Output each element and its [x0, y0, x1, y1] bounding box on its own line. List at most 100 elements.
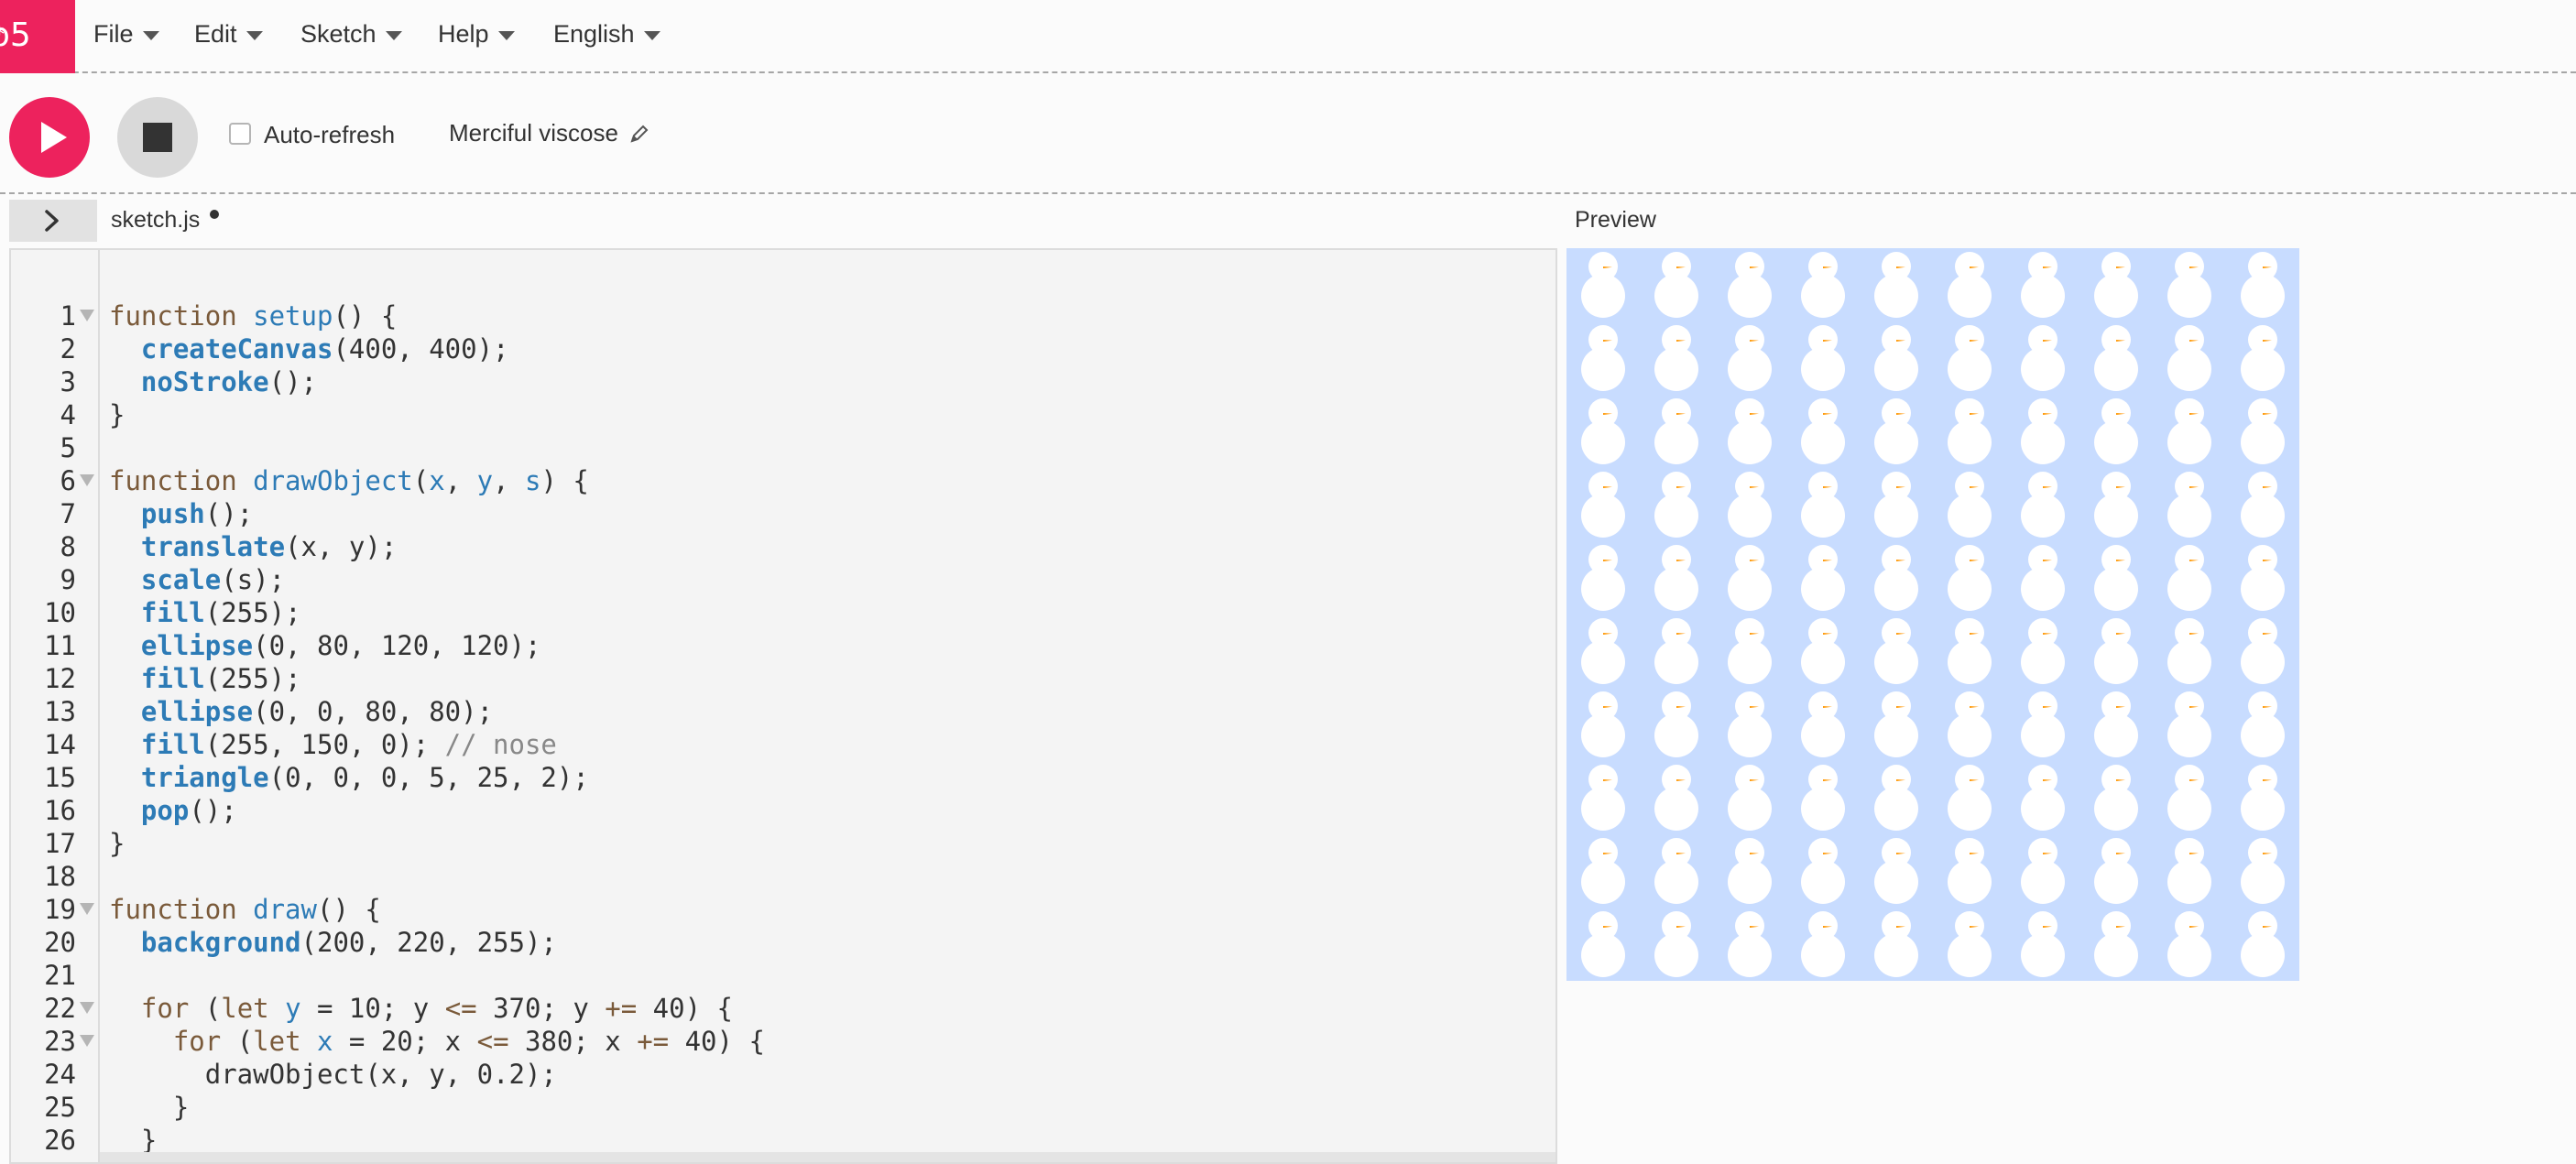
code-line[interactable]: ellipse(0, 80, 120, 120); — [109, 630, 541, 661]
fold-arrow-icon[interactable] — [80, 903, 94, 915]
snowman-head — [1588, 691, 1618, 721]
sketch-name[interactable]: Merciful viscose — [449, 119, 618, 147]
code-token: x — [317, 1026, 333, 1057]
snowman-head — [1955, 838, 1984, 867]
code-token: <= — [444, 993, 477, 1024]
snowman-head — [2101, 545, 2131, 574]
auto-refresh-checkbox[interactable] — [229, 123, 251, 145]
code-line[interactable]: } — [109, 1125, 157, 1156]
snowman-head — [2248, 472, 2277, 501]
menu-file[interactable]: File — [93, 20, 159, 49]
code-token: (); — [268, 366, 317, 397]
code-token: (); — [204, 498, 254, 529]
code-token: ellipse — [140, 630, 254, 661]
snowman-head — [1955, 545, 1984, 574]
snowman-head — [1588, 472, 1618, 501]
code-token: setup — [253, 300, 333, 332]
play-button[interactable] — [9, 97, 90, 178]
snowman-head — [2248, 911, 2277, 941]
fold-arrow-icon[interactable] — [80, 1002, 94, 1014]
chevron-down-icon — [385, 30, 402, 40]
line-number: 3 — [60, 366, 76, 397]
menu-help[interactable]: Help — [438, 20, 515, 49]
code-token: scale — [140, 564, 222, 595]
snowman-head — [1662, 838, 1691, 867]
code-line[interactable]: function drawObject(x, y, s) { — [109, 465, 589, 496]
code-line[interactable]: } — [109, 1092, 189, 1123]
code-token: for — [172, 1026, 222, 1057]
code-line[interactable]: triangle(0, 0, 0, 5, 25, 2); — [109, 762, 589, 793]
line-number: 26 — [44, 1125, 76, 1156]
menu-sketch[interactable]: Sketch — [300, 20, 402, 49]
fold-arrow-icon[interactable] — [80, 474, 94, 486]
code-token: createCanvas — [140, 333, 333, 364]
code-token: (x, y); — [285, 531, 398, 562]
auto-refresh-label[interactable]: Auto-refresh — [264, 121, 395, 149]
code-token: () { — [316, 894, 381, 925]
code-line[interactable]: } — [109, 399, 125, 430]
code-line[interactable]: for (let y = 10; y <= 370; y += 40) { — [109, 993, 733, 1024]
chevron-down-icon — [246, 30, 263, 40]
fold-arrow-icon[interactable] — [80, 1035, 94, 1047]
code-line[interactable]: drawObject(x, y, 0.2); — [109, 1059, 557, 1090]
fold-arrow-icon[interactable] — [80, 310, 94, 321]
code-token: (0, 0, 80, 80); — [253, 696, 494, 727]
code-line[interactable]: push(); — [109, 498, 253, 529]
snowman-head — [2248, 765, 2277, 794]
code-line[interactable]: fill(255); — [109, 663, 301, 694]
line-number: 16 — [44, 795, 76, 826]
snowman-head — [1662, 911, 1691, 941]
pencil-icon[interactable] — [628, 123, 650, 145]
code-line[interactable]: } — [109, 828, 125, 859]
code-line[interactable]: pop(); — [109, 795, 237, 826]
code-token: (400, 400); — [333, 333, 509, 364]
p5-logo[interactable]: p5* — [0, 0, 75, 73]
code-line[interactable]: fill(255, 150, 0); // nose — [109, 729, 557, 760]
code-token: = 20; x — [333, 1026, 477, 1057]
play-icon — [41, 122, 67, 153]
snowman-head — [1882, 838, 1911, 867]
snowman-head — [1588, 398, 1618, 428]
menu-language[interactable]: English — [553, 20, 660, 49]
snowman-head — [2028, 252, 2058, 281]
snowman-head — [2175, 545, 2204, 574]
code-line[interactable]: background(200, 220, 255); — [109, 927, 557, 958]
code-line[interactable]: function draw() { — [109, 894, 381, 925]
code-token: y — [476, 465, 494, 496]
snowman-head — [1882, 618, 1911, 647]
code-line[interactable]: noStroke(); — [109, 366, 317, 397]
code-token: // nose — [444, 729, 557, 760]
code-line[interactable]: scale(s); — [109, 564, 285, 595]
code-token: , — [493, 465, 525, 496]
code-line[interactable]: ellipse(0, 0, 80, 80); — [109, 696, 493, 727]
preview-canvas[interactable] — [1566, 248, 2299, 981]
code-token: ellipse — [140, 696, 254, 727]
code-line[interactable]: translate(x, y); — [109, 531, 397, 562]
code-token: += — [605, 993, 638, 1024]
stop-button[interactable] — [117, 97, 198, 178]
menu-edit[interactable]: Edit — [194, 20, 263, 49]
line-number: 17 — [44, 828, 76, 859]
code-line[interactable]: for (let x = 20; x <= 380; x += 40) { — [109, 1026, 765, 1057]
code-editor[interactable]: 1 2 3 4 5 6 7 8 9 10 11 12 13 14 15 16 17 18 19 20 21 22 23 24 2… — [9, 248, 1557, 1164]
code-token: 40) { — [669, 1026, 765, 1057]
chevron-down-icon — [643, 30, 660, 40]
code-line[interactable]: fill(255); — [109, 597, 301, 628]
code-token: 380; x — [508, 1026, 638, 1057]
line-number: 20 — [44, 927, 76, 958]
code-line[interactable]: function setup() { — [109, 300, 397, 332]
sidebar-toggle-button[interactable] — [9, 200, 97, 242]
snowman-head — [2248, 838, 2277, 867]
code-token: function — [109, 894, 254, 925]
horizontal-scrollbar[interactable] — [100, 1152, 1555, 1162]
snowman-head — [1588, 325, 1618, 354]
code-token: y — [285, 993, 301, 1024]
code-line[interactable]: createCanvas(400, 400); — [109, 333, 509, 364]
snowman-head — [2175, 765, 2204, 794]
snowman-head — [1882, 398, 1911, 428]
file-tab-sketch-js[interactable]: sketch.js — [111, 207, 200, 234]
code-token: noStroke — [140, 366, 269, 397]
